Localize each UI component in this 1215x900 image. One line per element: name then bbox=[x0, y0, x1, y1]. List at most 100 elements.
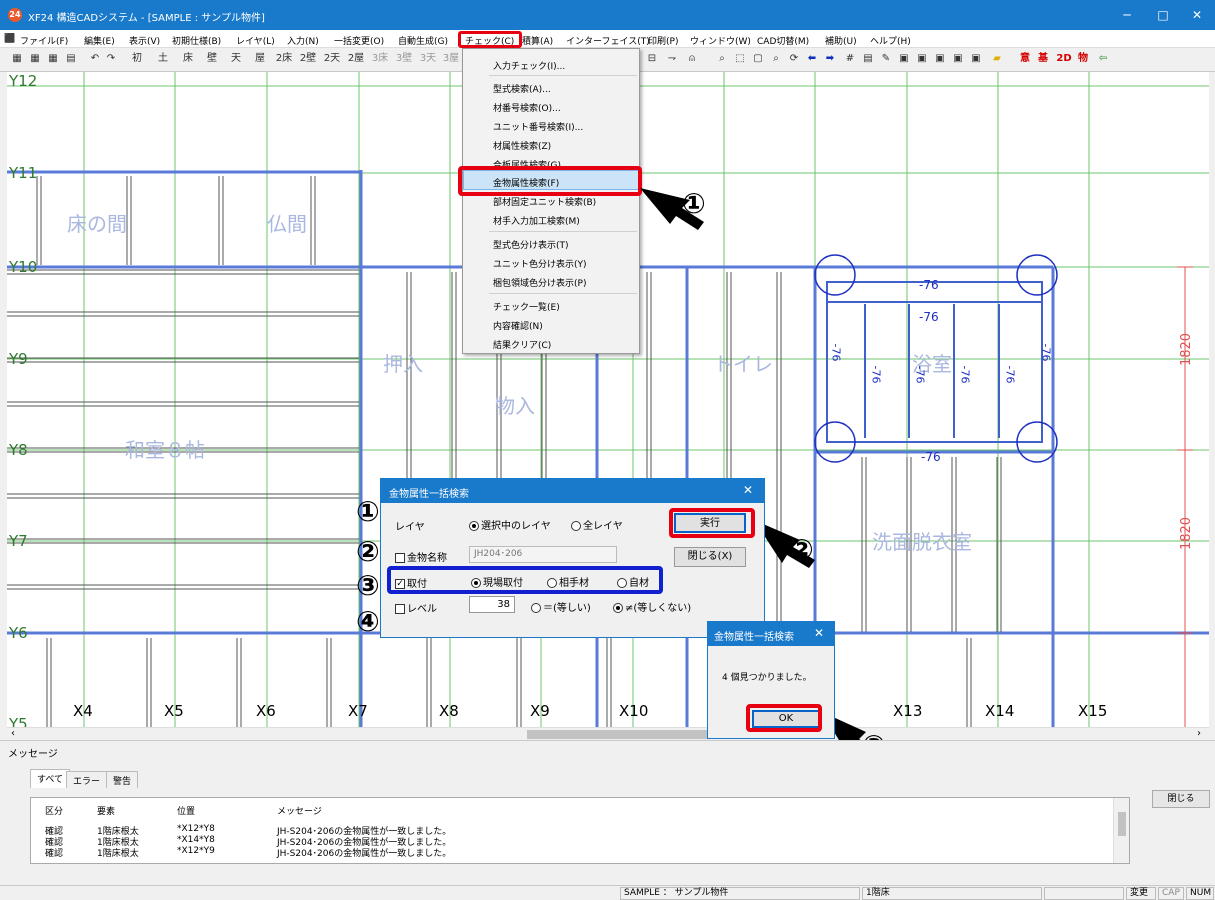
menu-edit[interactable]: 編集(E) bbox=[84, 34, 115, 47]
menu-fixed-unit-search[interactable]: 部材固定ユニット検索(B) bbox=[493, 195, 596, 208]
status-project: SAMPLE ： サンプル物件 bbox=[620, 887, 860, 900]
grid-label-y11: Y11 bbox=[9, 164, 38, 182]
minimize-button[interactable]: ─ bbox=[1112, 6, 1142, 24]
toolbar-zoom-area-icon[interactable]: ⬚ bbox=[733, 52, 747, 66]
toolbar-btn-object[interactable]: 物 bbox=[1076, 52, 1090, 66]
toolbar-view1-icon[interactable]: ▣ bbox=[897, 52, 911, 66]
menu-unit-color-display[interactable]: ユニット色分け表示(Y) bbox=[493, 257, 587, 270]
toolbar-btn-2ceil[interactable]: 2天 bbox=[320, 52, 344, 66]
vertical-scrollbar[interactable] bbox=[1209, 72, 1215, 727]
scroll-left-icon[interactable]: ‹ bbox=[11, 728, 15, 739]
toolbar-save-icon[interactable]: ▦ bbox=[28, 52, 42, 66]
toolbar-btn-1ceil[interactable]: 天 bbox=[224, 52, 248, 66]
message-close-button[interactable]: 閉じる bbox=[1152, 790, 1210, 808]
menu-input-check[interactable]: 入力チェック(I)... bbox=[493, 59, 565, 72]
toolbar-btn-2wall[interactable]: 2壁 bbox=[296, 52, 320, 66]
toolbar-view4-icon[interactable]: ▣ bbox=[951, 52, 965, 66]
hardware-name-checkbox[interactable]: 金物名称 bbox=[395, 549, 447, 564]
toolbar-view3-icon[interactable]: ▣ bbox=[933, 52, 947, 66]
menu-unit-number-search[interactable]: ユニット番号検索(I)... bbox=[493, 120, 583, 133]
menu-member-number-search[interactable]: 材番号検索(O)... bbox=[493, 101, 561, 114]
toolbar-exit-icon[interactable]: ⇦ bbox=[1096, 52, 1110, 66]
toolbar-arrange-icon[interactable]: ⊟ bbox=[645, 52, 659, 66]
menu-input[interactable]: 入力(N) bbox=[287, 34, 319, 47]
close-window-button[interactable]: ✕ bbox=[1182, 6, 1212, 24]
menu-clear-results[interactable]: 結果クリア(C) bbox=[493, 338, 551, 351]
toolbar-paste-icon[interactable]: ▤ bbox=[64, 52, 78, 66]
toolbar-grid-icon[interactable]: # bbox=[843, 52, 857, 66]
menu-manual-processing-search[interactable]: 材手入力加工検索(M) bbox=[493, 214, 580, 227]
toolbar-btn-3roof[interactable]: 3屋 bbox=[440, 52, 462, 66]
toolbar-view2-icon[interactable]: ▣ bbox=[915, 52, 929, 66]
menu-initial-spec[interactable]: 初期仕様(B) bbox=[172, 34, 221, 47]
toolbar-btn-2roof[interactable]: 2屋 bbox=[344, 52, 368, 66]
toolbar-arrow-left-icon[interactable]: ⬅ bbox=[805, 52, 819, 66]
toolbar-refresh-icon[interactable]: ⟳ bbox=[787, 52, 801, 66]
scroll-right-icon[interactable]: › bbox=[1197, 728, 1201, 739]
menu-assist[interactable]: 補助(U) bbox=[825, 34, 857, 47]
toolbar-btn-2d[interactable]: 2D bbox=[1054, 52, 1074, 66]
tab-warnings[interactable]: 警告 bbox=[106, 771, 139, 788]
menu-content-confirm[interactable]: 内容確認(N) bbox=[493, 319, 543, 332]
toolbar-redo-icon[interactable]: ↷ bbox=[104, 52, 118, 66]
toolbar-undo-icon[interactable]: ↶ bbox=[88, 52, 102, 66]
toolbar-btn-3floor[interactable]: 3床 bbox=[368, 52, 392, 66]
toolbar-open-icon[interactable]: ▦ bbox=[10, 52, 24, 66]
toolbar-btn-1wall[interactable]: 壁 bbox=[200, 52, 224, 66]
menu-interface[interactable]: インターフェイス(T) bbox=[566, 34, 650, 47]
level-notequal-radio[interactable]: ≠(等しくない) bbox=[613, 599, 691, 614]
toolbar-arrow-right-icon[interactable]: ➡ bbox=[823, 52, 837, 66]
grid-label-x4: X4 bbox=[73, 702, 93, 720]
menu-auto-generate[interactable]: 自動生成(G) bbox=[398, 34, 448, 47]
toolbar-table-icon[interactable]: ▤ bbox=[861, 52, 875, 66]
maximize-button[interactable]: □ bbox=[1148, 6, 1178, 24]
toolbar-window-icon[interactable]: ▢ bbox=[751, 52, 765, 66]
toolbar-color-icon[interactable]: ▰ bbox=[990, 52, 1004, 66]
toolbar-btn-1floor[interactable]: 床 bbox=[176, 52, 200, 66]
result-dialog-close-icon[interactable]: ✕ bbox=[814, 626, 824, 640]
menu-cad-switch[interactable]: CAD切替(M) bbox=[757, 34, 809, 47]
message-scroll-thumb[interactable] bbox=[1118, 812, 1126, 836]
toolbar-view5-icon[interactable]: ▣ bbox=[969, 52, 983, 66]
layer-all-radio[interactable]: 全レイヤ bbox=[571, 517, 623, 532]
toolbar-btn-2floor[interactable]: 2床 bbox=[272, 52, 296, 66]
menu-print[interactable]: 印刷(P) bbox=[648, 34, 678, 47]
toolbar-btn-1roof[interactable]: 屋 bbox=[248, 52, 272, 66]
menu-pack-area-color-display[interactable]: 梱包領域色分け表示(P) bbox=[493, 276, 586, 289]
level-checkbox[interactable]: レベル bbox=[395, 600, 437, 615]
menu-help[interactable]: ヘルプ(H) bbox=[870, 34, 911, 47]
message-list-scrollbar[interactable] bbox=[1113, 798, 1129, 863]
hardware-name-combo[interactable]: JH204･206 bbox=[469, 546, 617, 563]
menu-bulk-change[interactable]: 一括変更(O) bbox=[334, 34, 384, 47]
menu-view[interactable]: 表示(V) bbox=[129, 34, 160, 47]
toolbar-btn-3ceil[interactable]: 3天 bbox=[416, 52, 440, 66]
menu-type-color-display[interactable]: 型式色分け表示(T) bbox=[493, 238, 569, 251]
tab-all[interactable]: すべて bbox=[30, 769, 71, 788]
menu-material-attr-search[interactable]: 材属性検索(Z) bbox=[493, 139, 551, 152]
menu-layer[interactable]: レイヤ(L) bbox=[236, 34, 275, 47]
toolbar-btn-3wall[interactable]: 3壁 bbox=[392, 52, 416, 66]
toolbar-zoom-icon[interactable]: ⌕ bbox=[715, 52, 729, 66]
menu-check-list[interactable]: チェック一覧(E) bbox=[493, 300, 560, 313]
grid-label-y12: Y12 bbox=[9, 72, 38, 90]
menu-estimate[interactable]: 積算(A) bbox=[522, 34, 553, 47]
dialog-close-button[interactable]: 閉じる(X) bbox=[674, 547, 746, 567]
toolbar-btn-foundation[interactable]: 土 bbox=[156, 52, 170, 66]
toolbar-line-icon[interactable]: ⇁ bbox=[665, 52, 679, 66]
menu-window[interactable]: ウィンドウ(W) bbox=[690, 34, 751, 47]
horizontal-scrollbar[interactable]: ‹ › bbox=[7, 727, 1209, 740]
toolbar-btn-base[interactable]: 基 bbox=[1036, 52, 1050, 66]
menu-type-search[interactable]: 型式検索(A)... bbox=[493, 82, 551, 95]
toolbar-zoomout-icon[interactable]: ⌕ bbox=[769, 52, 783, 66]
toolbar-pin-icon[interactable]: ⍝ bbox=[685, 52, 699, 66]
menu-file[interactable]: ファイル(F) bbox=[20, 34, 68, 47]
tab-errors[interactable]: エラー bbox=[66, 771, 108, 788]
level-equal-radio[interactable]: ＝(等しい) bbox=[531, 599, 591, 614]
level-value-field[interactable]: 38 bbox=[469, 596, 515, 613]
toolbar-btn-intent[interactable]: 意 bbox=[1018, 52, 1032, 66]
toolbar-copy-icon[interactable]: ▦ bbox=[46, 52, 60, 66]
layer-selected-radio[interactable]: 選択中のレイヤ bbox=[469, 517, 551, 532]
toolbar-btn-init[interactable]: 初 bbox=[130, 52, 144, 66]
dialog-close-icon[interactable]: ✕ bbox=[743, 483, 753, 497]
toolbar-edit-icon[interactable]: ✎ bbox=[879, 52, 893, 66]
